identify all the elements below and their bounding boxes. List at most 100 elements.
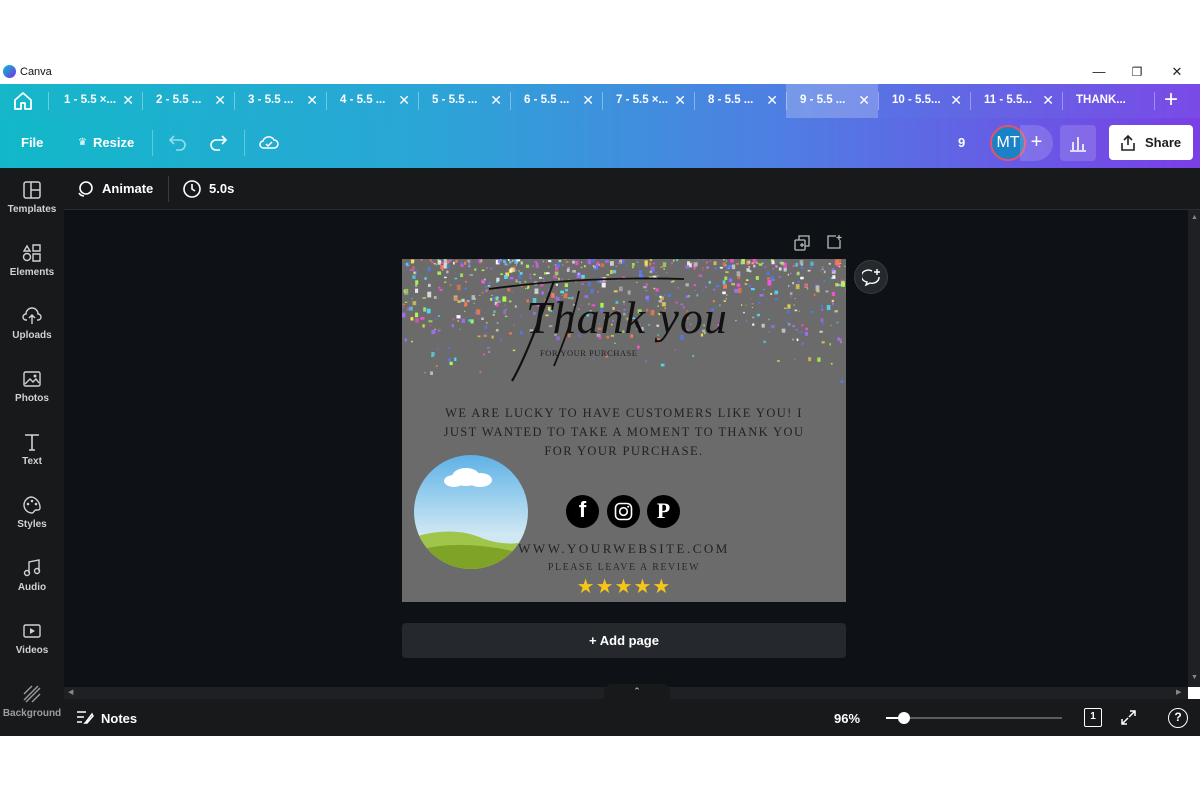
- tab-divider: [48, 92, 49, 110]
- insights-button[interactable]: [1060, 125, 1096, 161]
- tab-bar: 1 - 5.5 ×... ✕ 2 - 5.5 ... ✕ 3 - 5.5 ... ✕ 4 -…: [0, 84, 1200, 118]
- tab-5[interactable]: 5 - 5.5 ... ✕: [418, 84, 511, 118]
- facebook-icon[interactable]: f: [566, 495, 599, 528]
- tab-close-icon[interactable]: ✕: [398, 92, 410, 108]
- photos-icon: [23, 371, 41, 387]
- context-toolbar: Animate 5.0s: [64, 168, 1200, 210]
- sidebar-item-uploads[interactable]: Uploads: [0, 294, 64, 357]
- file-menu-button[interactable]: File: [21, 118, 43, 168]
- scroll-left-arrow-icon[interactable]: ◀: [68, 688, 73, 696]
- tab-2[interactable]: 2 - 5.5 ... ✕: [142, 84, 235, 118]
- tab-label: 4 - 5.5 ...: [340, 94, 386, 106]
- tab-close-icon[interactable]: ✕: [582, 92, 594, 108]
- tab-close-icon[interactable]: ✕: [766, 92, 778, 108]
- sidebar-item-elements[interactable]: Elements: [0, 231, 64, 294]
- scroll-down-arrow-icon[interactable]: ▼: [1191, 674, 1198, 681]
- add-page-icon[interactable]: [826, 234, 842, 255]
- share-icon: [1121, 134, 1135, 151]
- tab-close-icon[interactable]: ✕: [1042, 92, 1054, 108]
- new-tab-button[interactable]: +: [1164, 88, 1178, 112]
- tab-1[interactable]: 1 - 5.5 ×... ✕: [50, 84, 143, 118]
- expand-pages-button[interactable]: ⌃: [604, 684, 670, 699]
- tab-12[interactable]: THANK...: [1062, 84, 1155, 118]
- tab-label: 7 - 5.5 ×...: [616, 94, 669, 106]
- sidebar-item-photos[interactable]: Photos: [0, 357, 64, 420]
- tab-close-icon[interactable]: ✕: [858, 92, 870, 108]
- sidebar-item-background[interactable]: Background: [0, 672, 64, 735]
- tab-3[interactable]: 3 - 5.5 ... ✕: [234, 84, 327, 118]
- tab-close-icon[interactable]: ✕: [306, 92, 318, 108]
- instagram-icon[interactable]: [607, 495, 640, 528]
- tab-6[interactable]: 6 - 5.5 ... ✕: [510, 84, 603, 118]
- tab-close-icon[interactable]: ✕: [674, 92, 686, 108]
- scroll-right-arrow-icon[interactable]: ▶: [1176, 688, 1181, 696]
- duration-button[interactable]: 5.0s: [209, 181, 234, 196]
- resize-button[interactable]: Resize: [93, 118, 134, 168]
- comment-icon: [862, 269, 880, 287]
- add-page-button[interactable]: + Add page: [402, 623, 846, 658]
- tab-close-icon[interactable]: ✕: [490, 92, 502, 108]
- thank-you-title-group[interactable]: Thank you FOR YOUR PURCHASE: [402, 259, 846, 389]
- cloud-saved-icon[interactable]: [258, 133, 280, 156]
- collaborator-count: 9: [958, 135, 966, 150]
- pinterest-icon[interactable]: P: [647, 495, 680, 528]
- tab-8[interactable]: 8 - 5.5 ... ✕: [694, 84, 787, 118]
- thank-you-message[interactable]: WE ARE LUCKY TO HAVE CUSTOMERS LIKE YOU!…: [428, 404, 820, 461]
- zoom-percentage[interactable]: 96%: [834, 711, 860, 726]
- sidebar-item-audio[interactable]: Audio: [0, 546, 64, 609]
- text-icon: [25, 434, 39, 451]
- videos-icon: [23, 624, 41, 638]
- horizontal-scrollbar[interactable]: ◀ ▶ ⌃: [64, 684, 1188, 699]
- animate-icon: [76, 180, 94, 203]
- zoom-slider[interactable]: [886, 712, 1062, 724]
- sidebar-item-templates[interactable]: Templates: [0, 168, 64, 231]
- canva-logo-icon: [3, 65, 16, 78]
- tab-10[interactable]: 10 - 5.5... ✕: [878, 84, 971, 118]
- undo-icon[interactable]: [168, 133, 188, 156]
- home-icon[interactable]: [12, 91, 34, 116]
- design-page[interactable]: Thank you FOR YOUR PURCHASE WE ARE LUCKY…: [402, 259, 846, 602]
- tab-close-icon[interactable]: ✕: [214, 92, 226, 108]
- share-label: Share: [1145, 135, 1182, 150]
- tab-11[interactable]: 11 - 5.5... ✕: [970, 84, 1063, 118]
- minimize-button[interactable]: —: [1084, 62, 1114, 82]
- context-divider: [168, 176, 169, 202]
- tab-label: 2 - 5.5 ...: [156, 94, 202, 106]
- tab-4[interactable]: 4 - 5.5 ... ✕: [326, 84, 419, 118]
- duplicate-page-icon[interactable]: [794, 235, 810, 256]
- add-comment-button[interactable]: [854, 260, 888, 294]
- tab-label: THANK...: [1076, 94, 1126, 106]
- tab-close-icon[interactable]: ✕: [122, 92, 134, 108]
- thank-you-script: Thank you: [526, 292, 728, 343]
- website-text[interactable]: WWW.YOURWEBSITE.COM: [502, 541, 746, 557]
- sidebar-item-text[interactable]: Text: [0, 420, 64, 483]
- sidebar-item-label: Audio: [17, 582, 47, 593]
- page-number-button[interactable]: 1: [1084, 708, 1102, 727]
- sidebar-item-label: Elements: [9, 267, 55, 278]
- help-button[interactable]: ?: [1168, 708, 1188, 728]
- sidebar-item-label: Text: [22, 456, 42, 467]
- sidebar-item-styles[interactable]: Styles: [0, 483, 64, 546]
- share-button[interactable]: Share: [1109, 125, 1193, 160]
- five-star-rating[interactable]: ★★★★★: [552, 574, 696, 599]
- close-window-button[interactable]: ✕: [1162, 62, 1192, 82]
- sidebar-item-videos[interactable]: Videos: [0, 609, 64, 672]
- window-titlebar: Canva — ❐ ✕: [0, 60, 1200, 84]
- redo-icon[interactable]: [208, 133, 228, 156]
- animate-button[interactable]: Animate: [102, 181, 153, 196]
- tab-9[interactable]: 9 - 5.5 ... ✕: [786, 84, 879, 118]
- invite-button[interactable]: +: [1020, 125, 1053, 161]
- uploads-icon: [22, 307, 42, 324]
- fullscreen-icon[interactable]: [1120, 709, 1137, 731]
- maximize-button[interactable]: ❐: [1122, 62, 1152, 82]
- tab-label: 8 - 5.5 ...: [708, 94, 754, 106]
- review-prompt-text[interactable]: PLEASE LEAVE A REVIEW: [502, 562, 746, 573]
- tab-close-icon[interactable]: ✕: [950, 92, 962, 108]
- app-title: Canva: [20, 66, 52, 78]
- zoom-slider-thumb[interactable]: [897, 712, 910, 724]
- sidebar-item-label: Videos: [15, 645, 49, 656]
- tab-7[interactable]: 7 - 5.5 ×... ✕: [602, 84, 695, 118]
- scroll-up-arrow-icon[interactable]: ▲: [1191, 214, 1198, 221]
- vertical-scrollbar[interactable]: ▲ ▼: [1188, 210, 1200, 687]
- notes-button[interactable]: Notes: [101, 711, 137, 726]
